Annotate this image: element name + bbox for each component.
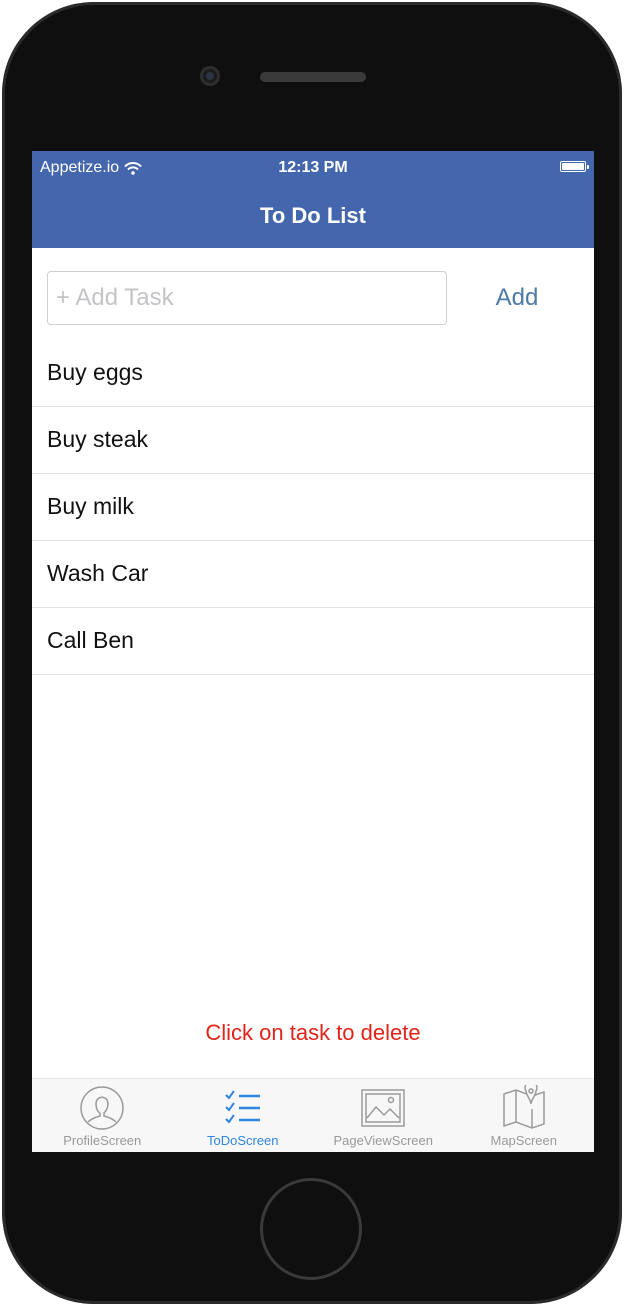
earpiece-speaker [260, 72, 366, 82]
map-icon [503, 1085, 545, 1129]
status-time: 12:13 PM [278, 159, 348, 176]
task-list: Buy eggs Buy steak Buy milk Wash Car Cal… [32, 340, 594, 675]
home-button[interactable] [260, 1178, 362, 1280]
tab-profile[interactable]: ProfileScreen [32, 1079, 173, 1152]
tab-label: ToDoScreen [206, 1133, 279, 1148]
add-task-row: Add [32, 248, 594, 340]
front-camera [200, 66, 220, 86]
task-item[interactable]: Buy steak [32, 407, 594, 474]
task-item[interactable]: Buy milk [32, 474, 594, 541]
navigation-bar: Appetize.io 12:13 PM To Do List [32, 151, 594, 248]
add-task-input[interactable] [47, 271, 447, 325]
tab-map[interactable]: MapScreen [454, 1079, 595, 1152]
task-label: Buy eggs [47, 359, 143, 385]
tab-label: ProfileScreen [63, 1133, 142, 1148]
tab-label: MapScreen [490, 1133, 557, 1148]
checklist-icon [225, 1090, 260, 1124]
task-label: Buy milk [47, 493, 134, 519]
image-icon [361, 1089, 405, 1127]
tab-pageview[interactable]: PageViewScreen [313, 1079, 454, 1152]
tab-label: PageViewScreen [333, 1133, 434, 1148]
page-title: To Do List [260, 203, 366, 228]
delete-hint: Click on task to delete [205, 1020, 421, 1045]
tab-todo[interactable]: ToDoScreen [173, 1079, 314, 1152]
phone-frame: Appetize.io 12:13 PM To Do List Add Buy … [2, 2, 622, 1304]
task-label: Call Ben [47, 627, 134, 653]
task-item[interactable]: Call Ben [32, 608, 594, 675]
battery-icon [560, 161, 589, 172]
add-button[interactable]: Add [472, 278, 562, 318]
tab-bar: ProfileScreen ToDoScreen PageViewScreen … [32, 1078, 594, 1152]
task-label: Wash Car [47, 560, 149, 586]
task-item[interactable]: Wash Car [32, 541, 594, 608]
app-screen: Appetize.io 12:13 PM To Do List Add Buy … [32, 151, 594, 1152]
task-label: Buy steak [47, 426, 148, 452]
profile-icon [80, 1086, 124, 1130]
task-item[interactable]: Buy eggs [32, 340, 594, 407]
